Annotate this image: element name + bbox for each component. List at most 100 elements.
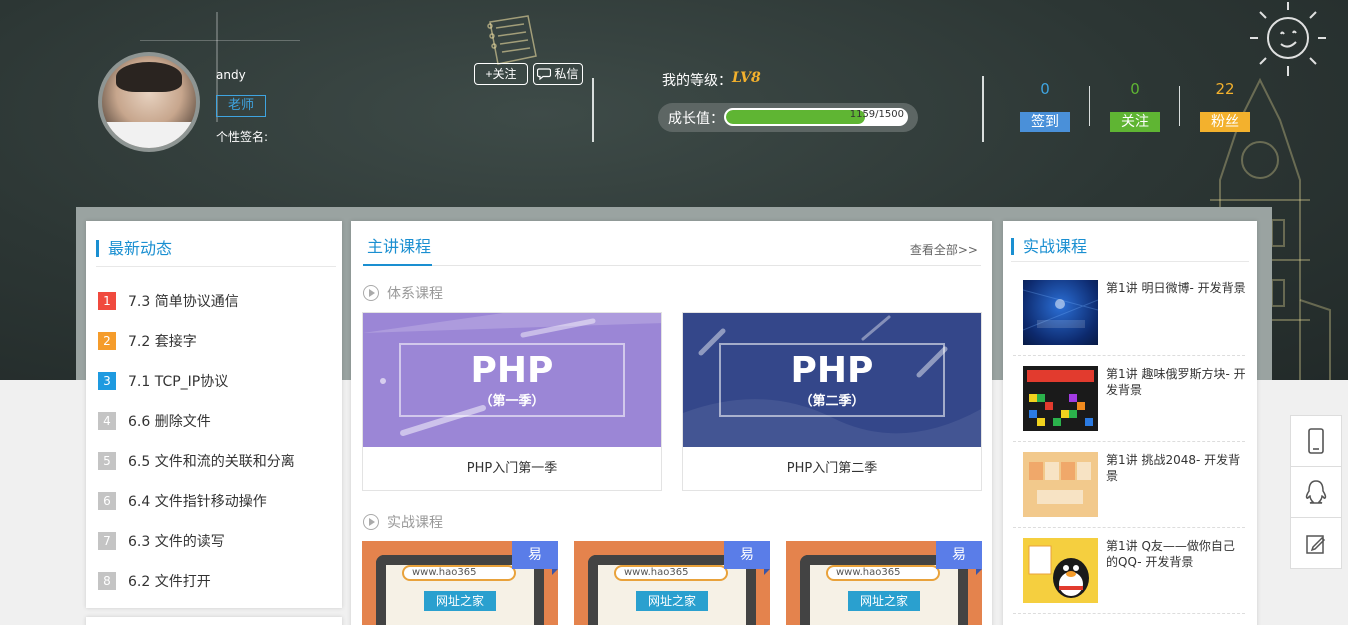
- thumb-search-box: www.hao365: [614, 565, 728, 581]
- system-courses-heading: 体系课程: [363, 283, 443, 303]
- thumb-site-label: 网址之家: [636, 591, 708, 611]
- difficulty-badge: 易: [724, 541, 770, 575]
- latest-news-panel: 最新动态 1 7.3 简单协议通信 2 7.2 套接字 3 7.1 TCP_IP协议 …: [86, 221, 342, 608]
- course-thumbnail[interactable]: [1023, 366, 1098, 431]
- divider: [1089, 86, 1090, 126]
- username: andy: [216, 68, 246, 82]
- news-item-title[interactable]: 7.2 套接字: [128, 331, 197, 351]
- tab-main-courses[interactable]: 主讲课程: [367, 233, 431, 257]
- edit-icon: [1306, 534, 1326, 554]
- title-accent-bar: [1011, 238, 1014, 255]
- chalk-notebook-doodle: [487, 15, 537, 65]
- practical-courses-label: 实战课程: [387, 515, 443, 531]
- course-name[interactable]: PHP入门第二季: [683, 447, 981, 491]
- news-rank-badge: 1: [98, 292, 116, 310]
- thumb-decoration: [683, 315, 981, 447]
- news-item-title[interactable]: 6.2 文件打开: [128, 571, 211, 591]
- news-rank-badge: 6: [98, 492, 116, 510]
- divider: [1011, 261, 1249, 262]
- message-button-label: 私信: [554, 67, 579, 81]
- news-item[interactable]: 3 7.1 TCP_IP协议: [98, 361, 295, 401]
- practical-course-card[interactable]: www.hao365 网址之家 易: [574, 541, 770, 625]
- news-item[interactable]: 2 7.2 套接字: [98, 321, 295, 361]
- news-item-title[interactable]: 7.1 TCP_IP协议: [128, 371, 228, 391]
- thumb-site-label: 网址之家: [424, 591, 496, 611]
- news-item[interactable]: 1 7.3 简单协议通信: [98, 281, 295, 321]
- divider: [592, 78, 594, 142]
- chat-bubble-icon: [537, 68, 552, 80]
- divider: [96, 266, 336, 267]
- news-item[interactable]: 6 6.4 文件指针移动操作: [98, 481, 295, 521]
- main-courses-panel: 主讲课程 查看全部>> 体系课程 PHP （第一季） PHP入门第一季 PHP …: [351, 221, 992, 625]
- tab-divider: [363, 265, 981, 266]
- phone-icon: [1308, 428, 1324, 454]
- practice-course-item[interactable]: 第1讲 挑战2048- 开发背景: [1013, 442, 1245, 528]
- course-card[interactable]: PHP （第一季） PHP入门第一季: [362, 312, 662, 491]
- course-thumbnail[interactable]: [1023, 538, 1098, 603]
- tab-active-underline: [363, 264, 432, 266]
- news-rank-badge: 3: [98, 372, 116, 390]
- qq-icon: [1305, 480, 1327, 504]
- thumb-decoration: [363, 313, 661, 436]
- practical-course-card[interactable]: www.hao365 网址之家 易: [362, 541, 558, 625]
- follow-button[interactable]: +关注: [474, 63, 528, 85]
- news-item[interactable]: 7 6.3 文件的读写: [98, 521, 295, 561]
- news-item-title[interactable]: 6.4 文件指针移动操作: [128, 491, 267, 511]
- feedback-button[interactable]: [1291, 518, 1341, 569]
- stat-signin[interactable]: 0 签到: [1020, 80, 1070, 132]
- news-item-title[interactable]: 6.5 文件和流的关联和分离: [128, 451, 295, 471]
- practice-course-title[interactable]: 第1讲 明日微博- 开发背景: [1106, 280, 1246, 296]
- qq-contact-button[interactable]: [1291, 467, 1341, 518]
- 2048-thumb-art: [1029, 462, 1091, 504]
- news-item-title[interactable]: 7.3 简单协议通信: [128, 291, 239, 311]
- practice-course-title[interactable]: 第1讲 Q友——做你自己的QQ- 开发背景: [1106, 538, 1246, 570]
- news-rank-badge: 8: [98, 572, 116, 590]
- course-thumbnail[interactable]: PHP （第一季）: [363, 313, 661, 447]
- floating-side-toolbar: [1290, 415, 1342, 569]
- latest-news-title: 最新动态: [108, 239, 173, 258]
- news-list: 1 7.3 简单协议通信 2 7.2 套接字 3 7.1 TCP_IP协议 4 6.6 …: [98, 281, 295, 601]
- play-circle-icon: [363, 285, 379, 301]
- practical-course-card[interactable]: www.hao365 网址之家 易: [786, 541, 982, 625]
- stat-fans-label[interactable]: 粉丝: [1200, 112, 1250, 132]
- news-item-title[interactable]: 6.6 删除文件: [128, 411, 211, 431]
- message-button[interactable]: 私信: [533, 63, 583, 85]
- news-rank-badge: 4: [98, 412, 116, 430]
- news-item[interactable]: 5 6.5 文件和流的关联和分离: [98, 441, 295, 481]
- practice-course-item[interactable]: 第1讲 Q友——做你自己的QQ- 开发背景: [1013, 528, 1245, 614]
- level-value: LV8: [732, 70, 761, 86]
- news-item[interactable]: 4 6.6 删除文件: [98, 401, 295, 441]
- practice-course-item[interactable]: 第1讲 明日微博- 开发背景: [1013, 270, 1246, 356]
- growth-label: 成长值：: [668, 111, 724, 127]
- stat-following[interactable]: 0 关注: [1110, 80, 1160, 132]
- practice-courses-header: 实战课程: [1011, 233, 1087, 257]
- signature-label: 个性签名:: [216, 130, 269, 144]
- practice-course-title[interactable]: 第1讲 趣味俄罗斯方块- 开发背景: [1106, 366, 1246, 398]
- system-courses-label: 体系课程: [387, 286, 443, 302]
- news-item[interactable]: 8 6.2 文件打开: [98, 561, 295, 601]
- view-all-link[interactable]: 查看全部>>: [910, 241, 978, 258]
- practice-course-item[interactable]: 第1讲 趣味俄罗斯方块- 开发背景: [1013, 356, 1246, 442]
- course-name[interactable]: PHP入门第一季: [363, 447, 661, 491]
- stat-fans[interactable]: 22 粉丝: [1200, 80, 1250, 132]
- mobile-app-button[interactable]: [1291, 416, 1341, 467]
- weibo-thumb-art: [1023, 289, 1098, 331]
- course-card[interactable]: PHP （第二季） PHP入门第二季: [682, 312, 982, 491]
- divider: [982, 76, 984, 142]
- course-thumbnail[interactable]: PHP （第二季）: [683, 313, 981, 447]
- stat-signin-label[interactable]: 签到: [1020, 112, 1070, 132]
- news-rank-badge: 2: [98, 332, 116, 350]
- avatar-collar: [102, 122, 196, 148]
- course-thumbnail[interactable]: [1023, 452, 1098, 517]
- secondary-panel: [86, 617, 342, 625]
- news-item-title[interactable]: 6.3 文件的读写: [128, 531, 225, 551]
- play-circle-icon: [363, 514, 379, 530]
- thumb-search-box: www.hao365: [402, 565, 516, 581]
- level-label: 我的等级：: [662, 73, 732, 89]
- practical-courses-heading: 实战课程: [363, 512, 443, 532]
- practice-course-title[interactable]: 第1讲 挑战2048- 开发背景: [1106, 452, 1246, 484]
- course-thumbnail[interactable]: [1023, 280, 1098, 345]
- stat-following-label[interactable]: 关注: [1110, 112, 1160, 132]
- user-avatar[interactable]: [98, 52, 200, 152]
- divider: [1179, 86, 1180, 126]
